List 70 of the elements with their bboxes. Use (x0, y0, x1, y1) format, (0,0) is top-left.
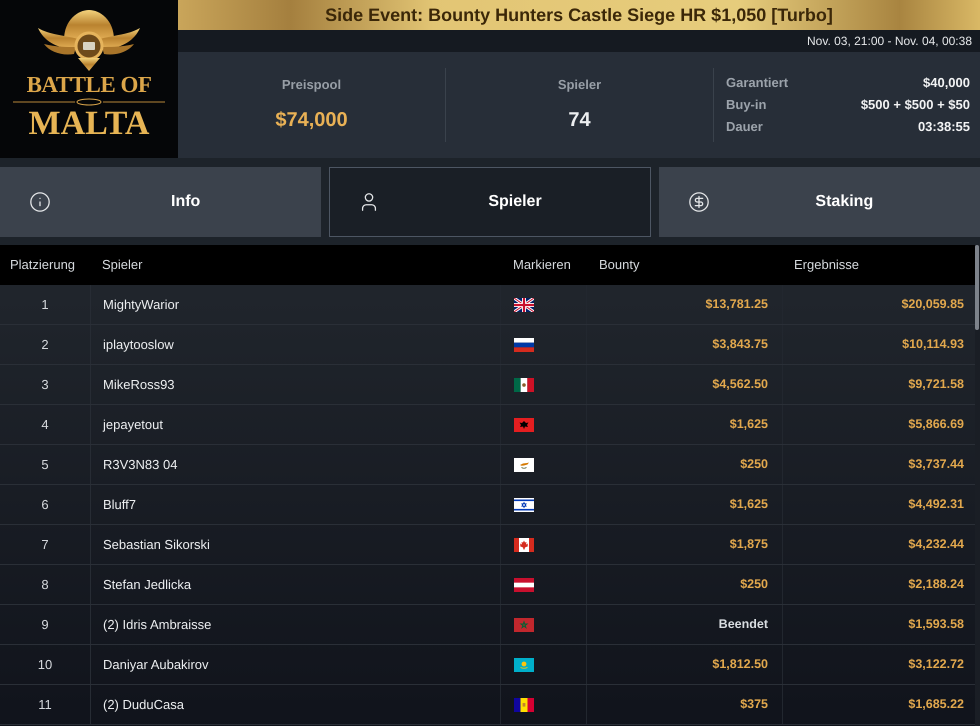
flag-icon (514, 538, 534, 552)
table-cell: R3V3N83 04 (90, 445, 500, 484)
flag-icon (514, 378, 534, 392)
scrollbar-thumb[interactable] (975, 245, 979, 330)
table-cell-text: 9 (40, 616, 50, 634)
flag-icon (514, 618, 534, 632)
table-cell: $4,562.50 (586, 365, 782, 404)
table-cell: Beendet (586, 605, 782, 644)
table-cell: $250 (586, 565, 782, 604)
table-cell: MightyWarior (90, 285, 500, 324)
detail-label: Garantiert (726, 74, 788, 92)
table-cell-text: 1 (40, 296, 50, 314)
table-cell-text: 11 (37, 696, 53, 714)
date-range: Nov. 03, 21:00 - Nov. 04, 00:38 (807, 33, 972, 50)
flag-icon (514, 698, 534, 712)
table-cell-text: 5 (40, 456, 50, 474)
table-cell: $250 (586, 445, 782, 484)
table-cell: $375 (586, 685, 782, 724)
table-cell: Daniyar Aubakirov (90, 645, 500, 684)
tab[interactable]: Staking (658, 167, 980, 237)
flag-icon (514, 338, 534, 352)
column-header: Markieren (512, 256, 572, 274)
table-cell: Sebastian Sikorski (90, 525, 500, 564)
logo-text: MALTA (28, 106, 150, 142)
column-header: Bounty (598, 256, 640, 274)
table-cell: Stefan Jedlicka (90, 565, 500, 604)
table-cell: (2) DuduCasa (90, 685, 500, 724)
detail-value: $500 + $500 + $50 (860, 96, 970, 114)
table-cell: Bluff7 (90, 485, 500, 524)
table-cell: (2) Idris Ambraisse (90, 605, 500, 644)
detail-value: $40,000 (923, 74, 970, 92)
column-header: Ergebnisse (793, 256, 860, 274)
table-cell: $13,781.25 (586, 285, 782, 324)
tab[interactable]: Spieler (329, 167, 651, 237)
ornament-icon (13, 98, 165, 106)
column-header: Platzierung (9, 256, 76, 274)
flag-icon (514, 298, 534, 312)
table-cell: $3,843.75 (586, 325, 782, 364)
table-cell: MikeRoss93 (90, 365, 500, 404)
event-title: Side Event: Bounty Hunters Castle Siege HR $1,050 [Turbo] (325, 4, 833, 27)
table-cell-text: 3 (40, 376, 50, 394)
stat-label: Preispool (282, 76, 342, 94)
flag-icon (514, 458, 534, 472)
table-cell-text: 4 (40, 416, 50, 434)
dollar-coin-icon (688, 191, 710, 213)
logo-text: BATTLE OF (26, 72, 152, 98)
table-cell-text: 6 (40, 496, 50, 514)
table-cell-text: 7 (40, 536, 50, 554)
table-cell: iplaytooslow (90, 325, 500, 364)
info-icon (29, 191, 51, 213)
stat-value: $74,000 (275, 108, 348, 133)
stat-label: Spieler (558, 76, 602, 94)
table-cell: $1,625 (586, 405, 782, 444)
flag-icon (514, 658, 534, 672)
table-cell-text: 2 (40, 336, 50, 354)
detail-label: Dauer (726, 118, 763, 136)
table-cell: $1,625 (586, 485, 782, 524)
table-cell: $1,875 (586, 525, 782, 564)
flag-icon (514, 498, 534, 512)
table-cell-text: 8 (40, 576, 50, 594)
flag-icon (514, 578, 534, 592)
table-cell-text: 10 (36, 656, 54, 674)
flag-icon (514, 418, 534, 432)
table-cell: jepayetout (90, 405, 500, 444)
tab[interactable]: Info (0, 167, 322, 237)
table-cell: $1,812.50 (586, 645, 782, 684)
stat-value: 74 (568, 108, 591, 133)
detail-value: 03:38:55 (918, 118, 970, 136)
detail-label: Buy-in (726, 96, 766, 114)
column-header: Spieler (101, 256, 144, 274)
